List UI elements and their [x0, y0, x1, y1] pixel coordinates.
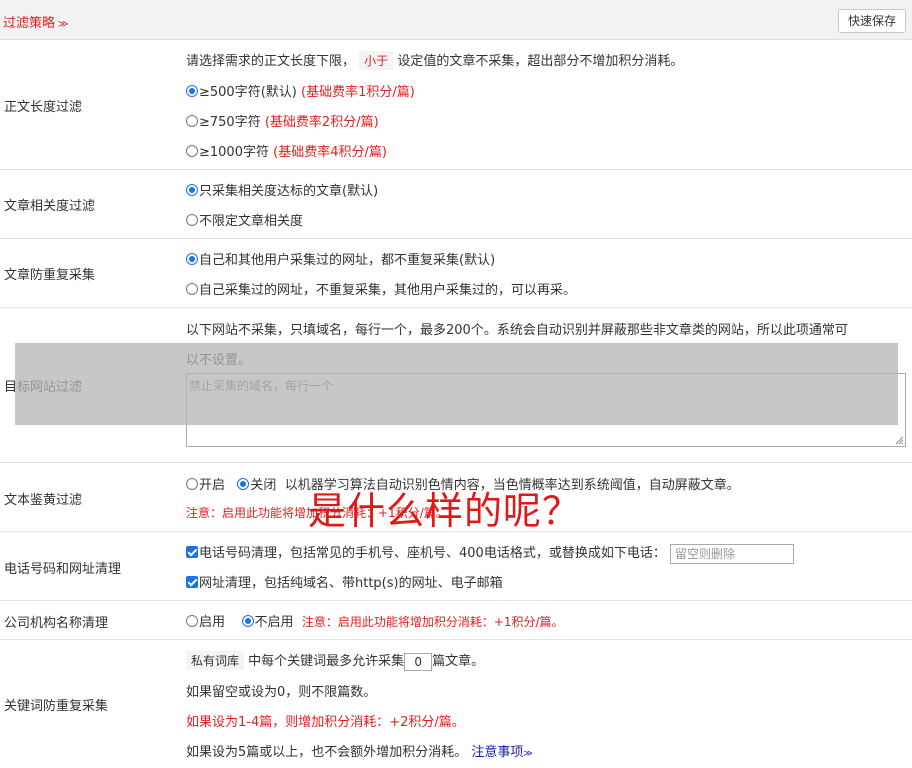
radio-icon[interactable]	[186, 145, 198, 157]
row-keyword-filter: 关键词防重复采集 私有词库 中每个关键词最多允许采集 0 篇文章。 如果留空或设为0…	[0, 640, 912, 768]
radio-icon[interactable]	[186, 478, 198, 490]
row-label-porn-filter: 文本鉴黄过滤	[4, 493, 83, 508]
resize-grip-icon[interactable]	[895, 436, 904, 445]
option-label: 开启	[199, 478, 226, 493]
row-label-length-filter: 正文长度过滤	[4, 100, 83, 115]
option-label: 不限定文章相关度	[199, 214, 304, 229]
option-label: 只采集相关度达标的文章(默认)	[199, 184, 379, 199]
radio-selected-icon[interactable]	[186, 85, 198, 97]
row-label-relevance-filter: 文章相关度过滤	[4, 199, 96, 214]
company-filter-options: 启用 不启用 注意：启用此功能将增加积分消耗：+1积分/篇。	[186, 611, 564, 630]
keyword-limit-pre: 中每个关键词最多允许采集	[248, 654, 405, 669]
filter-strategy-header: 过滤策略 ≫ 快速保存	[0, 0, 912, 40]
row-label-duplicate-filter: 文章防重复采集	[4, 268, 96, 283]
option-label: ≥750字符	[199, 115, 261, 130]
option-label: 启用	[199, 615, 226, 630]
duplicate-option-all-users[interactable]: 自己和其他用户采集过的网址，都不重复采集(默认)	[186, 249, 495, 268]
company-filter-warning: 注意：启用此功能将增加积分消耗：+1积分/篇。	[301, 615, 564, 629]
length-filter-description: 请选择需求的正文长度下限， 小于 设定值的文章不采集，超出部分不增加积分消耗。	[186, 50, 683, 70]
site-filter-desc-line1: 以下网站不采集，只填域名，每行一个，最多200个。系统会自动识别并屏蔽那些非文章…	[186, 323, 848, 338]
row-label-company-filter: 公司机构名称清理	[4, 616, 109, 631]
notes-link[interactable]: 注意事项≫	[471, 745, 532, 760]
radio-icon[interactable]	[186, 214, 198, 226]
option-label: ≥1000字符	[199, 145, 269, 160]
option-label: 自己和其他用户采集过的网址，都不重复采集(默认)	[199, 253, 496, 268]
section-title[interactable]: 过滤策略 ≫	[3, 12, 68, 31]
radio-selected-icon[interactable]	[241, 615, 254, 627]
row-duplicate-filter: 文章防重复采集 自己和其他用户采集过的网址，都不重复采集(默认) 自己采集过的网…	[0, 239, 912, 308]
radio-selected-icon[interactable]	[237, 478, 250, 490]
option-rate-note: (基础费率2积分/篇)	[264, 115, 379, 130]
radio-selected-icon[interactable]	[186, 253, 198, 265]
keyword-limit-post: 篇文章。	[432, 654, 485, 669]
option-label: 自己采集过的网址，不重复采集，其他用户采集过的，可以再采。	[199, 283, 577, 298]
section-title-text: 过滤策略	[3, 16, 56, 31]
less-than-tag: 小于	[359, 51, 394, 70]
company-option-off[interactable]: 不启用	[241, 615, 294, 630]
porn-option-off[interactable]: 关闭	[237, 478, 276, 493]
option-rate-note: (基础费率4积分/篇)	[273, 145, 387, 160]
url-clean-label: 网址清理，包括纯域名、带http(s)的网址、电子邮箱	[199, 576, 503, 591]
row-relevance-filter: 文章相关度过滤 只采集相关度达标的文章(默认) 不限定文章相关度	[0, 170, 912, 239]
length-desc-pre: 请选择需求的正文长度下限，	[186, 54, 356, 69]
annotation-text: 是什么样的呢？	[308, 489, 582, 533]
option-rate-note: (基础费率1积分/篇)	[301, 85, 415, 100]
chevron-down-icon: ≫	[58, 19, 69, 30]
radio-selected-icon[interactable]	[186, 184, 198, 196]
keyword-rule-zero: 如果留空或设为0，则不限篇数。	[186, 685, 377, 700]
row-phone-filter: 电话号码和网址清理 电话号码清理，包括常见的手机号、座机号、400电话格式，或替…	[0, 532, 912, 601]
length-option-1000[interactable]: ≥1000字符 (基础费率4积分/篇)	[186, 141, 387, 160]
url-clean-option[interactable]: 网址清理，包括纯域名、带http(s)的网址、电子邮箱	[186, 572, 503, 591]
relevance-option-unlimited[interactable]: 不限定文章相关度	[186, 210, 303, 229]
keyword-limit-input[interactable]: 0	[404, 652, 433, 671]
length-desc-post: 设定值的文章不采集，超出部分不增加积分消耗。	[397, 54, 684, 69]
replacement-phone-input[interactable]: 留空则删除	[669, 543, 794, 564]
chevron-down-icon: ≫	[523, 749, 533, 759]
keyword-limit-line: 私有词库 中每个关键词最多允许采集 0 篇文章。	[186, 650, 484, 671]
length-option-750[interactable]: ≥750字符 (基础费率2积分/篇)	[186, 111, 379, 130]
radio-icon[interactable]	[186, 615, 198, 627]
blocked-domains-textarea[interactable]	[186, 373, 906, 447]
porn-option-on[interactable]: 开启	[186, 478, 225, 493]
notes-link-text: 注意事项	[471, 745, 524, 760]
relevance-option-qualified[interactable]: 只采集相关度达标的文章(默认)	[186, 180, 378, 199]
quick-save-button[interactable]: 快速保存	[837, 9, 906, 33]
phone-clean-option[interactable]: 电话号码清理，包括常见的手机号、座机号、400电话格式，或替换成如下电话： 留空…	[186, 542, 794, 564]
row-label-site-filter: 目标网站过滤	[4, 380, 83, 395]
row-length-filter: 正文长度过滤 请选择需求的正文长度下限， 小于 设定值的文章不采集，超出部分不增…	[0, 40, 912, 170]
phone-clean-label: 电话号码清理，包括常见的手机号、座机号、400电话格式，或替换成如下电话：	[199, 546, 666, 561]
keyword-rule-cost: 如果设为1-4篇，则增加积分消耗：+2积分/篇。	[186, 715, 465, 730]
row-label-phone-filter: 电话号码和网址清理	[4, 562, 122, 577]
company-option-on[interactable]: 启用	[186, 615, 225, 630]
checkbox-checked-icon[interactable]	[186, 546, 198, 558]
private-lexicon-tag[interactable]: 私有词库	[186, 651, 245, 670]
checkbox-checked-icon[interactable]	[186, 576, 198, 588]
duplicate-option-self-only[interactable]: 自己采集过的网址，不重复采集，其他用户采集过的，可以再采。	[186, 279, 576, 298]
row-company-filter: 公司机构名称清理 启用 不启用 注意：启用此功能将增加积分消耗：+1积分/篇。	[0, 601, 912, 640]
site-filter-desc-line2: 以不设置。	[186, 353, 252, 368]
radio-icon[interactable]	[186, 115, 198, 127]
option-label: ≥500字符(默认)	[199, 85, 297, 100]
row-label-keyword-filter: 关键词防重复采集	[4, 699, 109, 714]
length-option-500[interactable]: ≥500字符(默认) (基础费率1积分/篇)	[186, 81, 415, 100]
keyword-rule-five: 如果设为5篇或以上，也不会额外增加积分消耗。 注意事项≫	[186, 741, 533, 760]
radio-icon[interactable]	[186, 283, 198, 295]
option-label: 不启用	[254, 615, 294, 630]
option-label: 关闭	[250, 478, 277, 493]
keyword-rule-five-text: 如果设为5篇或以上，也不会额外增加积分消耗。	[186, 745, 468, 760]
